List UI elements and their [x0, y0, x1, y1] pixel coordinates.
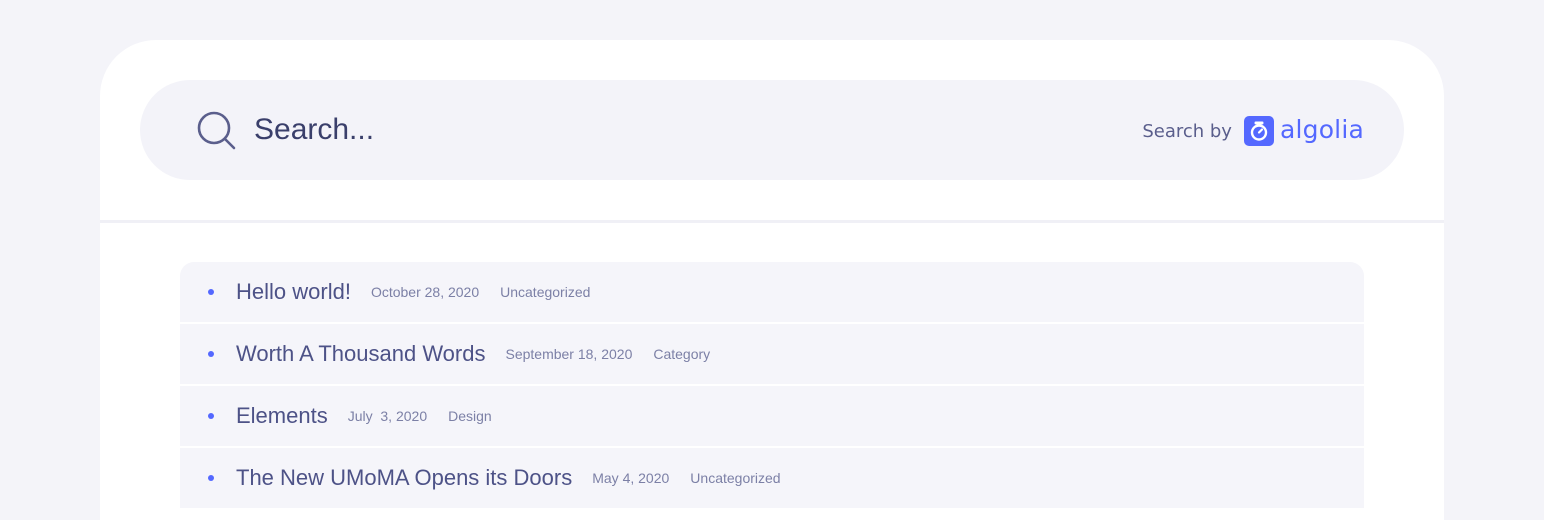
bullet-icon	[208, 351, 214, 357]
search-by-algolia-link[interactable]: Search by algolia	[1142, 114, 1364, 148]
result-date: September 18, 2020	[505, 346, 633, 362]
result-item[interactable]: Hello world! October 28, 2020 Uncategori…	[180, 262, 1364, 322]
divider	[100, 220, 1444, 223]
result-title: Hello world!	[236, 279, 351, 304]
bullet-icon	[208, 289, 214, 295]
algolia-wordmark: algolia	[1279, 114, 1364, 144]
search-by-label: Search by	[1142, 120, 1232, 142]
result-title: Elements	[236, 403, 328, 428]
result-title: The New UMoMA Opens its Doors	[236, 465, 573, 490]
result-date: May 4, 2020	[592, 470, 670, 486]
result-category: Uncategorized	[500, 284, 591, 300]
result-category: Design	[448, 408, 492, 424]
result-category: Uncategorized	[690, 470, 781, 486]
search-bar: Search by algolia	[140, 80, 1404, 180]
result-item[interactable]: Worth A Thousand Words September 18, 202…	[180, 324, 1364, 384]
result-item[interactable]: The New UMoMA Opens its Doors May 4, 202…	[180, 448, 1364, 508]
result-item[interactable]: Elements July 3, 2020 Design	[180, 386, 1364, 446]
algolia-logo-icon	[1243, 116, 1274, 146]
results-list: Hello world! October 28, 2020 Uncategori…	[180, 262, 1364, 510]
result-date: October 28, 2020	[370, 284, 480, 300]
bullet-icon	[208, 413, 214, 419]
result-category: Category	[653, 346, 711, 362]
search-icon[interactable]	[196, 110, 238, 152]
bullet-icon	[208, 475, 214, 481]
result-title: Worth A Thousand Words	[236, 341, 486, 366]
result-date: July 3, 2020	[347, 408, 428, 424]
search-input[interactable]	[254, 106, 954, 154]
search-modal: Search by algolia Hello world! October 2…	[100, 40, 1444, 520]
